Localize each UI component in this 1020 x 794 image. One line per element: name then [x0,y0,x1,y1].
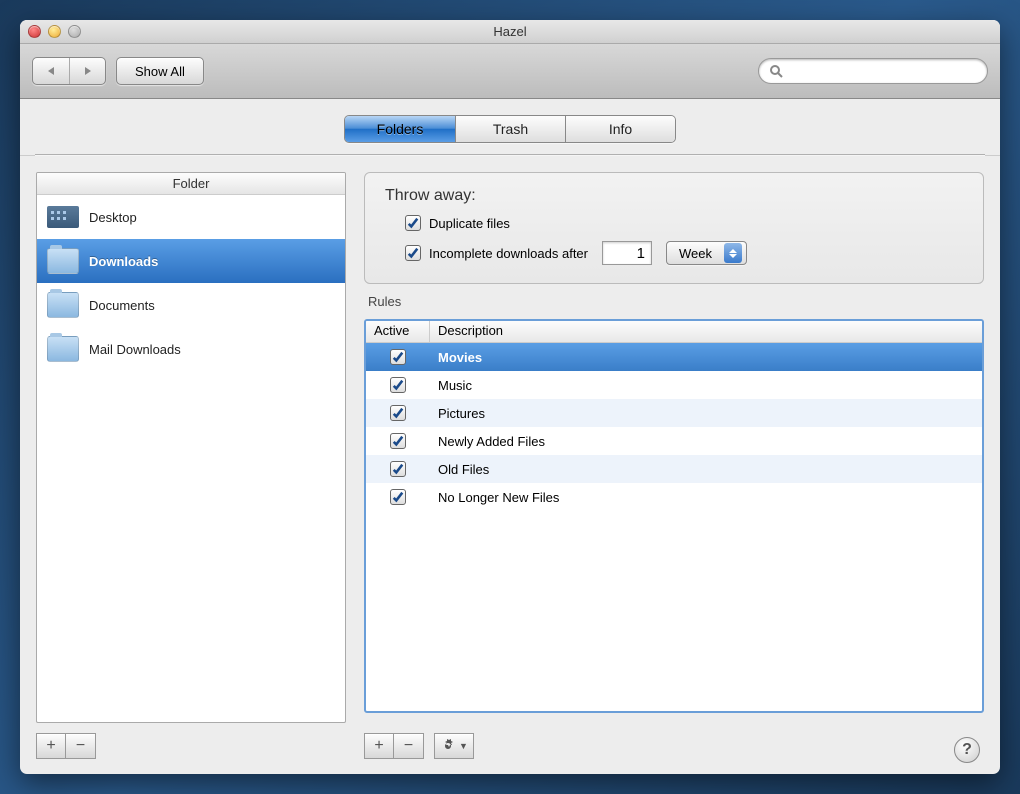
traffic-lights [28,25,81,38]
rule-row[interactable]: Music [366,371,982,399]
rule-row[interactable]: Old Files [366,455,982,483]
rule-row[interactable]: No Longer New Files [366,483,982,511]
folder-name-label: Documents [89,298,155,313]
tab-trash[interactable]: Trash [455,116,565,142]
rule-active-checkbox[interactable] [390,489,406,505]
incomplete-downloads-label: Incomplete downloads after [429,246,588,261]
folder-row[interactable]: Downloads [37,239,345,283]
zoom-button[interactable] [68,25,81,38]
content-area: Folder Desktop Downloads Documents Mail Dow… [20,156,1000,774]
forward-button[interactable] [69,58,105,84]
gear-icon [440,738,456,754]
window-title: Hazel [493,24,526,39]
folder-sidebar: Folder Desktop Downloads Documents Mail Dow… [36,172,346,759]
add-folder-button[interactable]: + [36,733,66,759]
incomplete-value-input[interactable] [602,241,652,265]
rule-name-label: Movies [430,350,982,365]
folder-row[interactable]: Documents [37,283,345,327]
checkmark-icon [392,463,404,475]
throw-away-group: Throw away: Duplicate files Incomplete d… [364,172,984,284]
checkmark-icon [392,379,404,391]
rule-row[interactable]: Newly Added Files [366,427,982,455]
remove-rule-button[interactable]: − [394,733,424,759]
incomplete-unit-select[interactable]: Week [666,241,747,265]
folder-list[interactable]: Desktop Downloads Documents Mail Downloads [37,195,345,722]
checkmark-icon [407,247,419,259]
rule-row[interactable]: Movies [366,343,982,371]
tab-folders[interactable]: Folders [345,116,455,142]
search-icon [769,64,783,78]
forward-icon [82,65,94,77]
duplicate-files-row: Duplicate files [405,215,963,231]
checkmark-icon [392,407,404,419]
help-button[interactable]: ? [954,737,980,763]
back-button[interactable] [33,58,69,84]
rules-section-label: Rules [368,294,984,309]
column-description-header[interactable]: Description [430,321,982,342]
incomplete-downloads-checkbox[interactable] [405,245,421,261]
folder-icon [47,248,79,274]
rules-table-header: Active Description [366,321,982,343]
rule-name-label: Music [430,378,982,393]
tab-bar: FoldersTrashInfo [20,99,1000,156]
checkmark-icon [392,491,404,503]
rule-name-label: Pictures [430,406,982,421]
rule-row[interactable]: Pictures [366,399,982,427]
tab-group: FoldersTrashInfo [344,115,676,143]
search-field[interactable] [758,58,988,84]
rules-table: Active Description Movies Music Pictures Ne… [364,319,984,713]
folder-row[interactable]: Desktop [37,195,345,239]
rule-controls: + − ▼ [364,733,984,759]
folder-name-label: Downloads [89,254,158,269]
rule-active-checkbox[interactable] [390,433,406,449]
rule-name-label: No Longer New Files [430,490,982,505]
main-panel: Throw away: Duplicate files Incomplete d… [364,172,984,759]
show-all-label: Show All [135,64,185,79]
incomplete-unit-value: Week [679,246,712,261]
rules-list[interactable]: Movies Music Pictures Newly Added Files Old … [366,343,982,711]
duplicate-files-checkbox[interactable] [405,215,421,231]
checkmark-icon [392,435,404,447]
folder-name-label: Desktop [89,210,137,225]
checkmark-icon [392,351,404,363]
incomplete-downloads-row: Incomplete downloads after Week [405,241,963,265]
folder-name-label: Mail Downloads [89,342,181,357]
search-input[interactable] [783,63,977,80]
rule-name-label: Newly Added Files [430,434,982,449]
duplicate-files-label: Duplicate files [429,216,510,231]
preferences-window: Hazel Show All FoldersTrashInfo Folder D… [20,20,1000,774]
desktop-icon [47,206,79,228]
checkmark-icon [407,217,419,229]
folder-row[interactable]: Mail Downloads [37,327,345,371]
show-all-button[interactable]: Show All [116,57,204,85]
nav-buttons [32,57,106,85]
minimize-button[interactable] [48,25,61,38]
stepper-arrows-icon [724,243,742,263]
rule-active-checkbox[interactable] [390,461,406,477]
rule-active-checkbox[interactable] [390,349,406,365]
rule-name-label: Old Files [430,462,982,477]
rule-active-checkbox[interactable] [390,405,406,421]
column-active-header[interactable]: Active [366,321,430,342]
remove-folder-button[interactable]: − [66,733,96,759]
folder-controls: + − [36,733,346,759]
add-rule-button[interactable]: + [364,733,394,759]
titlebar: Hazel [20,20,1000,44]
back-icon [45,65,57,77]
folder-icon [47,292,79,318]
rule-active-checkbox[interactable] [390,377,406,393]
folder-list-box: Folder Desktop Downloads Documents Mail Dow… [36,172,346,723]
tab-info[interactable]: Info [565,116,675,142]
rule-action-button[interactable]: ▼ [434,733,474,759]
folder-icon [47,336,79,362]
close-button[interactable] [28,25,41,38]
folder-list-header: Folder [37,173,345,195]
toolbar: Show All [20,44,1000,99]
throw-away-title: Throw away: [385,187,963,205]
